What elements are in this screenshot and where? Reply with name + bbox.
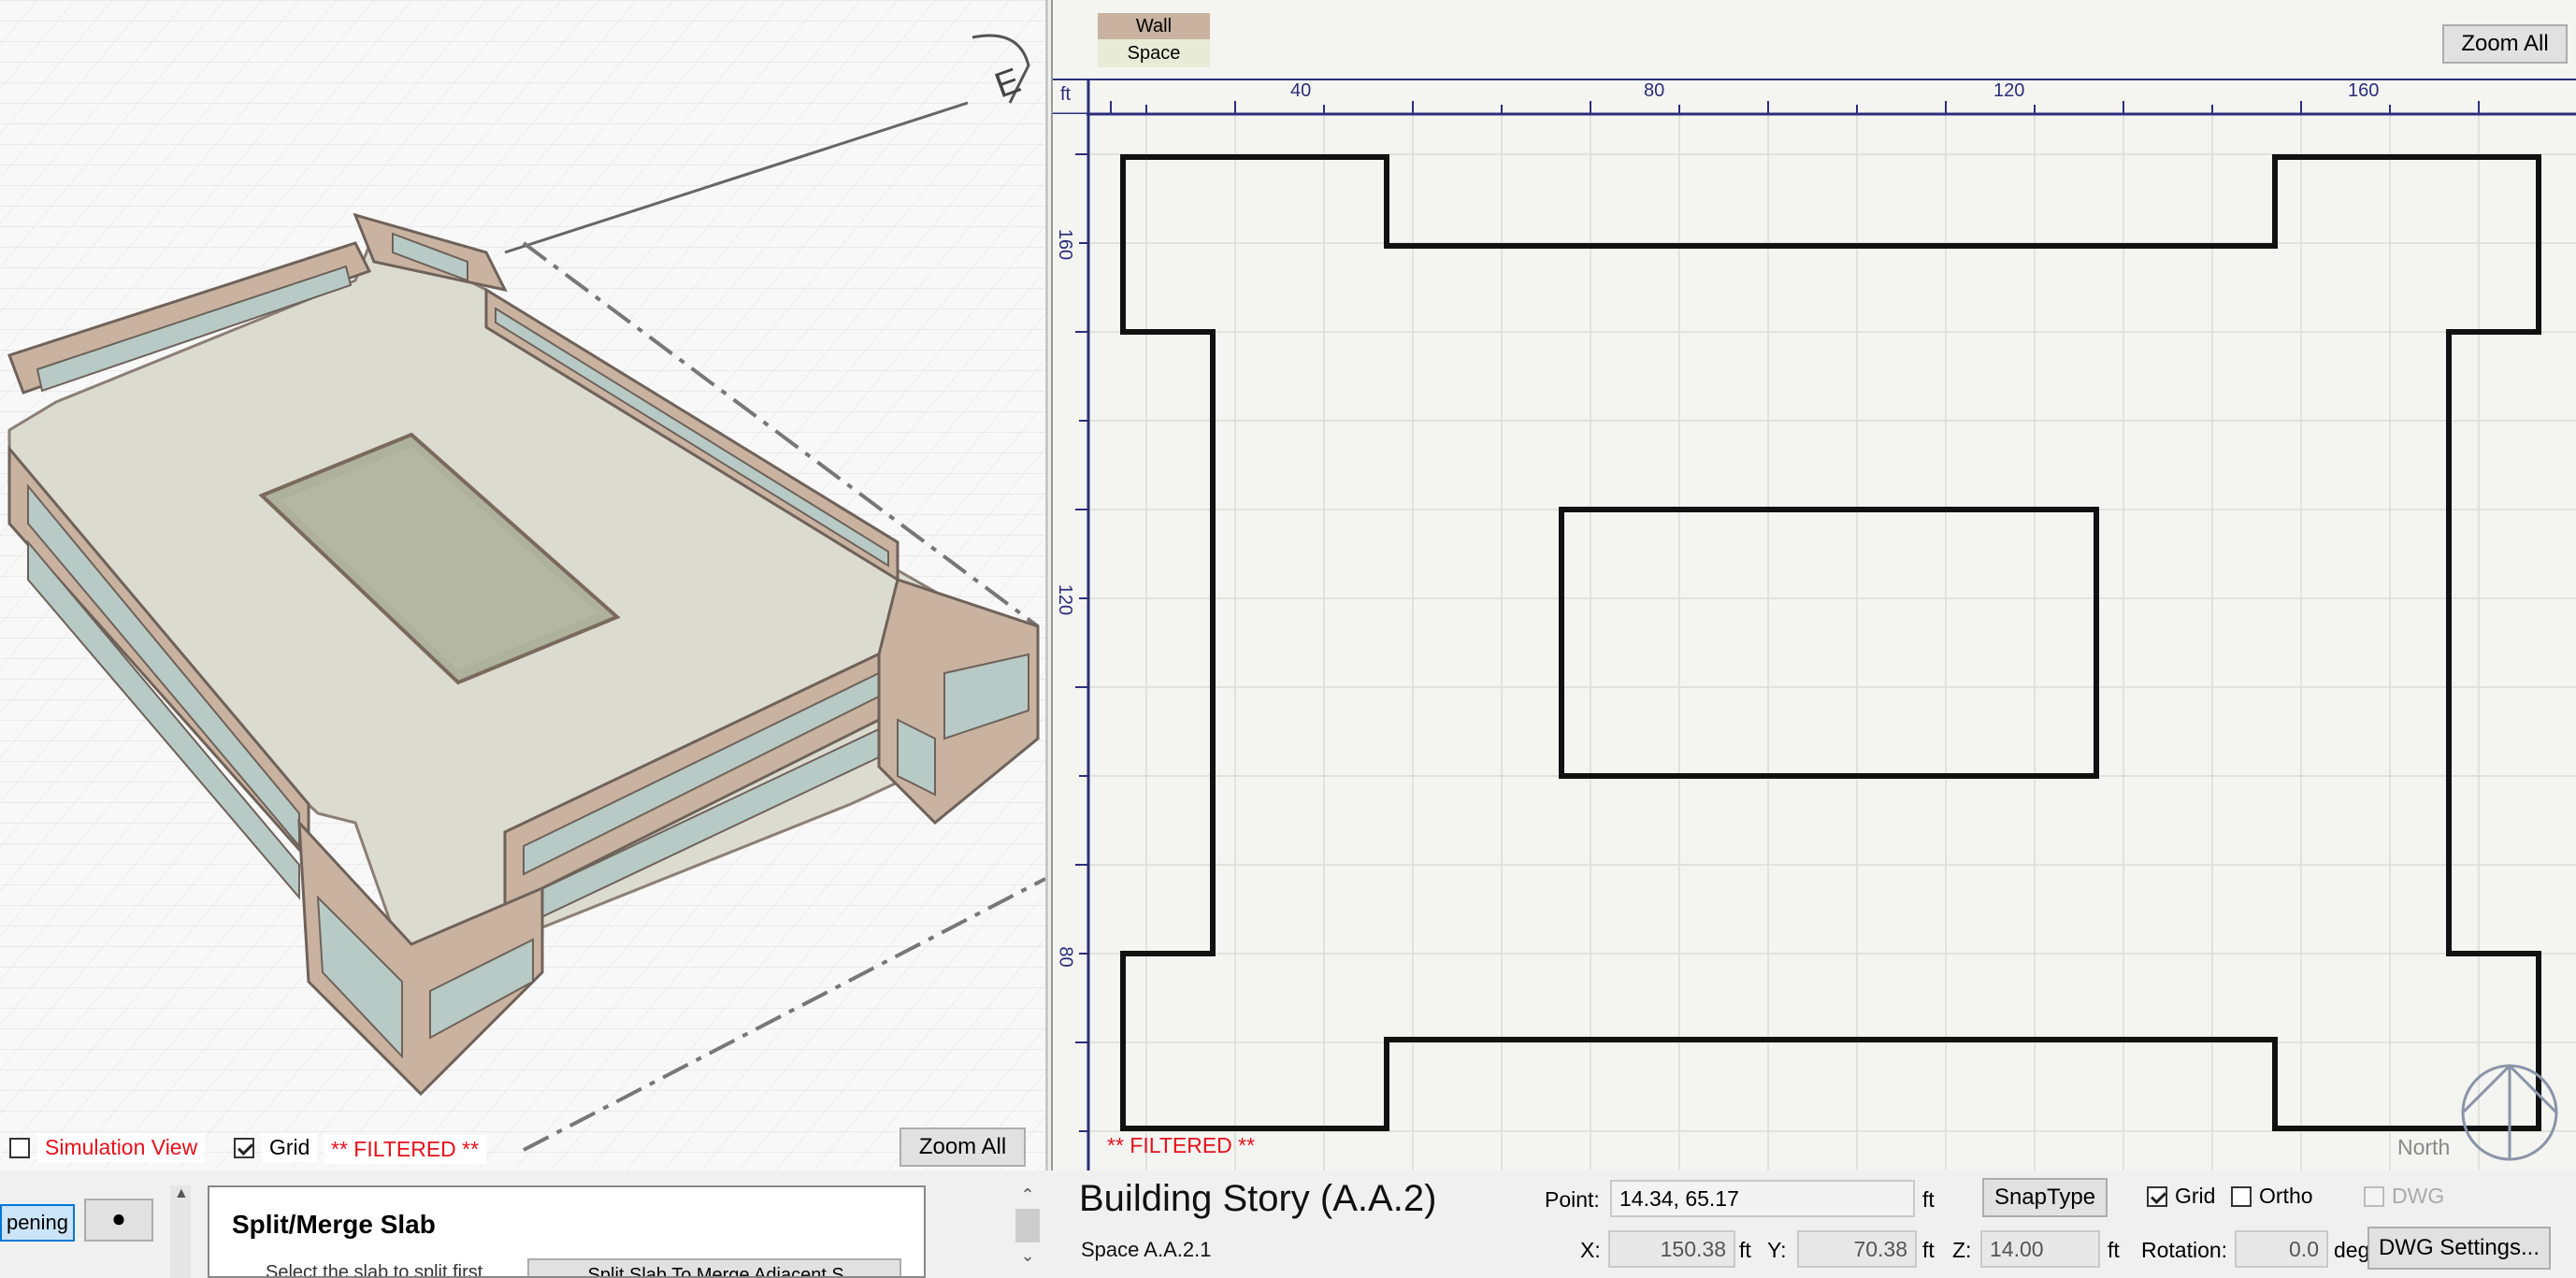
legend-wall: Wall [1098,13,1210,39]
panel-title: Split/Merge Slab [232,1210,436,1239]
scroll-up-icon: ▲ [174,1185,189,1201]
grid-checkbox-3d[interactable] [234,1137,254,1158]
grid-toggle-plan[interactable]: Grid [2147,1184,2215,1209]
x-unit: ft [1739,1238,1751,1262]
story-title: Building Story (A.A.2) [1079,1178,1437,1219]
point-label: Point: [1545,1187,1600,1212]
point-input[interactable]: 14.34, 65.17 [1610,1180,1915,1217]
y-label: Y: [1767,1238,1787,1262]
rotation-label: Rotation: [2141,1238,2228,1262]
zoom-all-button-plan[interactable]: Zoom All [2442,24,2568,64]
ruler-y-tick-160: 160 [1055,228,1076,261]
y-input[interactable]: 70.38 [1797,1230,1917,1268]
right-scrollbar[interactable]: ⌃ ⌄ [1012,1185,1043,1278]
x-input[interactable]: 150.38 [1608,1230,1735,1268]
dwg-toggle[interactable]: DWG [2364,1184,2444,1209]
camera-button[interactable]: ⏺ [84,1199,153,1242]
dwg-checkbox[interactable] [2364,1185,2384,1207]
scroll-up-icon-2: ⌃ [1020,1185,1035,1204]
ruler-x-tick-80: 80 [1644,80,1665,101]
north-label: North [2397,1135,2451,1159]
z-unit: ft [2108,1238,2120,1262]
split-merge-panel: Split/Merge Slab Select the slab to spli… [208,1185,926,1278]
grid-toggle-3d[interactable]: Grid [234,1133,318,1162]
ruler-x-tick-160: 160 [2348,80,2380,101]
point-unit: ft [1922,1187,1935,1212]
left-scrollbar[interactable]: ▲ [170,1185,191,1278]
x-label: X: [1580,1238,1601,1262]
dwg-settings-button[interactable]: DWG Settings... [2367,1227,2551,1270]
floor-plan-outline[interactable] [1120,154,2541,1131]
dwg-label: DWG [2392,1184,2445,1208]
3d-viewport[interactable]: E Simulation View Grid ** FILTERED ** Zo… [0,0,1048,1170]
scroll-thumb[interactable] [1015,1209,1040,1242]
grid-label-plan: Grid [2175,1184,2216,1208]
scroll-down-icon: ⌄ [1020,1246,1035,1265]
grid-label-3d: Grid [262,1133,318,1162]
simulation-view-checkbox[interactable] [9,1137,30,1158]
ruler-y-tick-80: 80 [1055,946,1076,968]
ruler-x-tick-120: 120 [1993,80,2025,101]
camera-icon: ⏺ [113,1207,124,1232]
filtered-label-plan: ** FILTERED ** [1107,1133,1256,1157]
ruler-y-tick-120: 120 [1055,583,1076,616]
rotation-input[interactable]: 0.0 [2235,1230,2328,1268]
ruler-x-tick-40: 40 [1290,80,1312,101]
z-input[interactable]: 14.00 [1980,1230,2100,1268]
3d-model-render[interactable]: E [0,0,1045,1170]
snaptype-button[interactable]: SnapType [1982,1178,2108,1217]
ortho-label: Ortho [2259,1184,2313,1208]
opening-tab[interactable]: pening [0,1204,75,1242]
north-arrow-icon [2461,1063,2558,1161]
space-subtitle: Space A.A.2.1 [1081,1238,1212,1261]
zoom-all-button-3d[interactable]: Zoom All [899,1127,1026,1167]
bottom-left-panel: pening ⏺ ▲ Split/Merge Slab Select the s… [0,1172,1045,1278]
plan-grid [1053,112,2576,1170]
ortho-checkbox[interactable] [2231,1185,2252,1207]
simulation-view-toggle[interactable]: Simulation View [9,1133,206,1162]
plan-legend: Wall Space [1098,13,1210,69]
y-unit: ft [1922,1238,1935,1262]
split-slab-button[interactable]: Split Slab To Merge Adjacent S... [527,1258,901,1276]
legend-space: Space [1098,39,1210,67]
bottom-right-panel: Building Story (A.A.2) Space A.A.2.1 Poi… [1051,1172,2576,1278]
plan-viewport[interactable]: ft 40 80 120 160 160 120 80 Wall Space Z… [1051,0,2576,1170]
rotation-unit: deg [2334,1238,2370,1262]
simulation-view-label: Simulation View [37,1133,206,1162]
ortho-toggle[interactable]: Ortho [2231,1184,2313,1209]
ruler-unit: ft [1060,84,1072,105]
courtyard-outline[interactable] [1559,507,2099,779]
z-label: Z: [1952,1238,1972,1262]
filtered-label-3d: ** FILTERED ** [324,1135,487,1164]
panel-hint: Select the slab to split first [266,1262,483,1278]
grid-checkbox-plan[interactable] [2147,1185,2167,1207]
